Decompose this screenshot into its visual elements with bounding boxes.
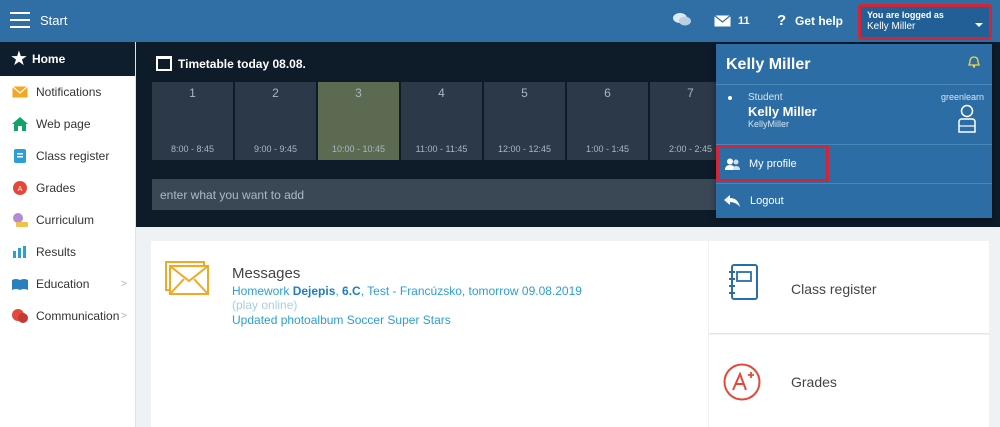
brand-label: greenlearn xyxy=(940,92,984,102)
period-number: 2 xyxy=(272,86,279,100)
get-help-link[interactable]: Get help xyxy=(795,14,843,28)
sidebar-item-notifications[interactable]: Notifications xyxy=(0,76,135,108)
logged-as-label: You are logged as xyxy=(867,10,944,20)
user-username: KellyMiller xyxy=(748,119,790,129)
register-icon xyxy=(12,149,28,163)
home-icon xyxy=(12,117,28,131)
top-bar: Start 11 ? Get help You are logged as Ke… xyxy=(0,0,1000,42)
add-entry-input[interactable] xyxy=(152,179,732,210)
period-number: 4 xyxy=(438,86,445,100)
logout-label: Logout xyxy=(750,195,784,207)
chevron-right-icon: > xyxy=(120,278,127,290)
student-avatar-icon xyxy=(958,104,976,133)
account-menu-button[interactable]: You are logged as Kelly Miller xyxy=(858,4,992,40)
period-time: 1:00 - 1:45 xyxy=(585,144,630,154)
dropdown-user-name: Kelly Miller xyxy=(726,56,811,73)
period-time: 12:00 - 12:45 xyxy=(497,144,552,154)
period-number: 6 xyxy=(604,86,611,100)
bell-icon[interactable] xyxy=(968,56,980,68)
sidebar-item-label: Results xyxy=(36,245,77,259)
sidebar-item-web-page[interactable]: Web page xyxy=(0,108,135,140)
class-register-card[interactable]: Class register xyxy=(709,241,989,334)
sidebar-item-class-register[interactable]: Class register xyxy=(0,140,135,172)
sidebar: ★ Home Notifications Web page Class regi… xyxy=(0,42,136,427)
reply-arrow-icon xyxy=(724,195,740,207)
timetable-title-text: Timetable today 08.08. xyxy=(178,56,306,71)
photoalbum-message-link[interactable]: Updated photoalbum Soccer Super Stars xyxy=(232,313,451,327)
grades-card[interactable]: Grades xyxy=(709,335,989,427)
sidebar-item-label: Curriculum xyxy=(36,213,95,227)
timetable-title: Timetable today 08.08. xyxy=(156,56,306,71)
sidebar-item-label: Communication xyxy=(36,309,120,323)
logout-menu-item[interactable]: Logout xyxy=(716,184,992,218)
homework-prefix: Homework xyxy=(232,284,293,298)
sidebar-item-label: Web page xyxy=(36,117,91,131)
grade-a-plus-icon xyxy=(723,363,761,401)
period-time: 11:00 - 11:45 xyxy=(415,144,468,154)
calendar-icon xyxy=(156,56,172,71)
homework-subject: Dejepis xyxy=(292,284,336,298)
logged-user-name: Kelly Miller xyxy=(867,21,916,32)
notebook-icon xyxy=(729,264,758,300)
sidebar-item-label: Grades xyxy=(36,181,76,195)
caret-down-icon xyxy=(975,23,983,27)
sidebar-item-label: Notifications xyxy=(36,85,102,99)
users-icon xyxy=(725,158,740,170)
my-profile-menu-item[interactable]: My profile xyxy=(716,145,829,182)
messages-title: Messages xyxy=(232,265,301,282)
period-number: 1 xyxy=(189,86,196,100)
sidebar-item-curriculum[interactable]: Curriculum xyxy=(0,204,135,236)
timetable-period[interactable]: 6 1:00 - 1:45 xyxy=(567,82,648,160)
sidebar-item-grades[interactable]: A Grades xyxy=(0,172,135,204)
messages-card: Messages Homework Dejepis, 6.C, Test - F… xyxy=(151,241,708,427)
chat-icon[interactable] xyxy=(672,12,692,28)
timetable-periods: 1 8:00 - 8:45 2 9:00 - 9:45 3 10:00 - 10:45 4 1… xyxy=(152,82,733,160)
grades-icon: A xyxy=(12,181,28,195)
account-dropdown: Kelly Miller Student Kelly Miller KellyM… xyxy=(716,44,992,218)
play-online-link[interactable]: (play online) xyxy=(232,298,297,312)
class-register-label: Class register xyxy=(791,281,877,297)
period-number: 3 xyxy=(355,86,362,100)
start-link[interactable]: Start xyxy=(40,13,67,28)
help-icon[interactable]: ? xyxy=(777,12,786,29)
mail-icon[interactable] xyxy=(714,15,731,27)
mail-count-badge[interactable]: 11 xyxy=(738,15,750,27)
sidebar-item-label: Class register xyxy=(36,149,110,163)
sidebar-item-label: Education xyxy=(36,277,90,291)
period-time: 8:00 - 8:45 xyxy=(170,144,215,154)
sidebar-item-results[interactable]: Results xyxy=(0,236,135,268)
hamburger-menu-icon[interactable] xyxy=(10,12,30,28)
results-icon xyxy=(12,245,28,259)
sidebar-item-home[interactable]: ★ Home xyxy=(0,42,135,76)
timetable-period[interactable]: 1 8:00 - 8:45 xyxy=(152,82,233,160)
svg-text:A: A xyxy=(18,185,23,193)
user-full-name[interactable]: Kelly Miller xyxy=(748,104,817,119)
timetable-period[interactable]: 5 12:00 - 12:45 xyxy=(484,82,565,160)
active-dot xyxy=(728,96,732,100)
curriculum-icon xyxy=(12,213,28,227)
star-icon: ★ xyxy=(10,48,28,70)
period-time: 9:00 - 9:45 xyxy=(253,144,298,154)
communication-icon xyxy=(12,309,28,323)
homework-class: 6.C xyxy=(342,284,361,298)
envelope-icon xyxy=(12,85,28,99)
my-profile-label: My profile xyxy=(749,157,797,170)
divider xyxy=(716,84,992,85)
period-time: 10:00 - 10:45 xyxy=(331,144,386,154)
timetable-period[interactable]: 3 10:00 - 10:45 xyxy=(318,82,399,160)
education-icon xyxy=(12,277,28,291)
sidebar-item-communication[interactable]: Communication > xyxy=(0,300,135,332)
period-number: 5 xyxy=(521,86,528,100)
chevron-right-icon: > xyxy=(120,310,127,322)
sidebar-item-education[interactable]: Education > xyxy=(0,268,135,300)
homework-message-link[interactable]: Homework Dejepis, 6.C, Test - Francúzsko… xyxy=(232,284,582,298)
user-role: Student xyxy=(748,92,783,103)
envelope-outline-icon xyxy=(165,261,209,295)
timetable-period[interactable]: 4 11:00 - 11:45 xyxy=(401,82,482,160)
timetable-period[interactable]: 2 9:00 - 9:45 xyxy=(235,82,316,160)
sidebar-item-label: Home xyxy=(31,52,66,66)
grades-label: Grades xyxy=(791,374,837,390)
homework-details: , Test - Francúzsko, tomorrow 09.08.2019 xyxy=(360,284,582,298)
